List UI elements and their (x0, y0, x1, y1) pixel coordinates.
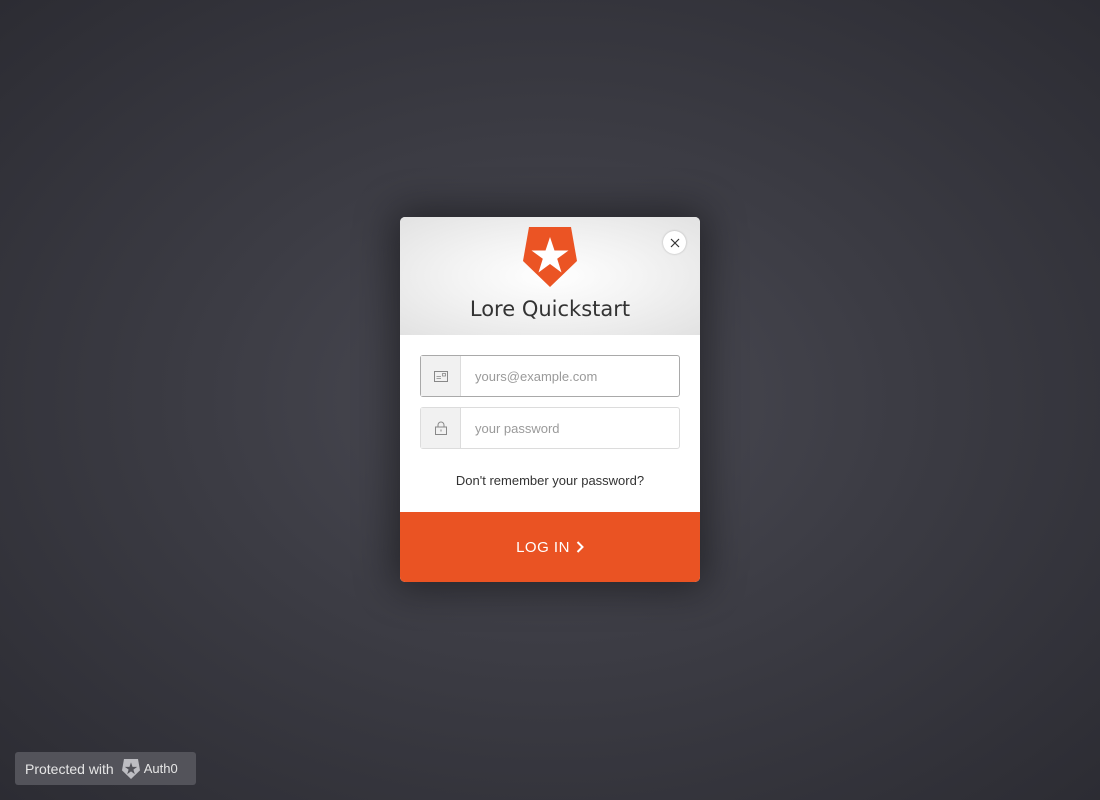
close-icon (670, 238, 679, 247)
login-button[interactable]: LOG IN (400, 512, 700, 582)
app-title: Lore Quickstart (469, 297, 631, 321)
envelope-icon (433, 370, 448, 382)
chevron-right-icon (576, 541, 584, 553)
auth0-logo-icon (523, 227, 577, 287)
badge-prefix: Protected with (25, 760, 114, 777)
protected-badge[interactable]: Protected with Auth0 (15, 752, 196, 785)
email-field-icon-box (421, 356, 461, 396)
login-modal: Lore Quickstart Don't remember your (400, 217, 700, 582)
email-field (420, 355, 680, 397)
forgot-password-link[interactable]: Don't remember your password? (400, 473, 700, 488)
password-field (420, 407, 680, 449)
modal-header: Lore Quickstart (400, 217, 700, 335)
close-button[interactable] (663, 231, 686, 254)
password-field-icon-box (421, 408, 461, 448)
lock-icon (434, 421, 447, 435)
email-input[interactable] (461, 356, 679, 396)
badge-brand: Auth0 (143, 761, 178, 776)
auth0-badge-icon (121, 758, 140, 779)
password-input[interactable] (461, 408, 679, 448)
login-button-label: LOG IN (516, 538, 570, 556)
